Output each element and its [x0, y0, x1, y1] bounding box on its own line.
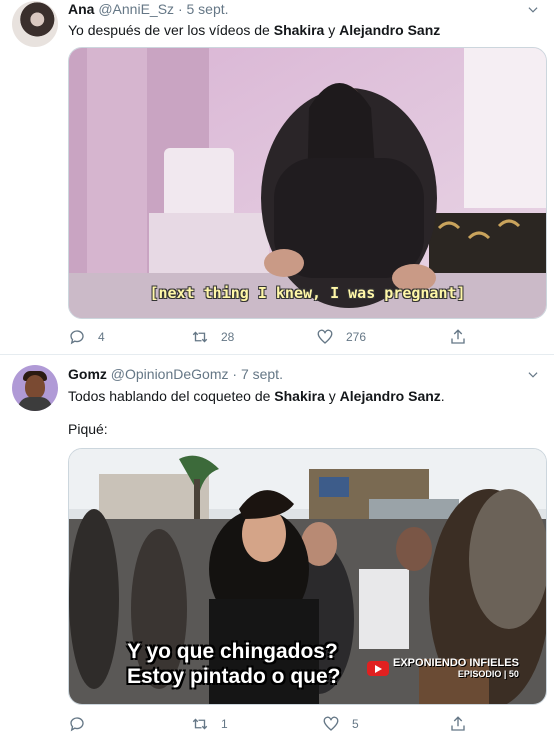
retweet-icon: [192, 718, 208, 730]
like-count: 276: [346, 330, 367, 344]
like-icon: [323, 716, 339, 731]
retweet-icon: [192, 331, 208, 343]
like-button[interactable]: 276: [316, 327, 366, 347]
watermark: EXPONIENDO INFIELES EPISODIO | 50: [367, 657, 519, 680]
reply-count: 4: [98, 330, 105, 344]
tweet-text-part: .: [440, 388, 445, 404]
like-count: 5: [352, 717, 359, 731]
reply-icon: [70, 717, 84, 732]
reply-button[interactable]: 4: [68, 327, 105, 347]
tweet[interactable]: Ana @AnniE_Sz · 5 sept. Yo después de ve…: [0, 0, 554, 355]
tweet-text-part: y: [324, 388, 340, 404]
display-name[interactable]: Ana: [68, 1, 94, 17]
retweet-button[interactable]: 28: [191, 327, 234, 347]
tweet-media-image[interactable]: [next thing I knew, I was pregnant]: [68, 47, 547, 319]
tweet-actions: 4 28 276: [68, 327, 488, 347]
share-icon: [451, 329, 465, 344]
meme-caption: Y yo que chingados? Estoy pintado o que?: [127, 639, 341, 689]
tweet-text: Todos hablando del coqueteo de Shakira y…: [68, 387, 540, 406]
tweet-text: Yo después de ver los vídeos de Shakira …: [68, 21, 540, 40]
meme-caption-line2: Estoy pintado o que?: [127, 665, 341, 688]
separator-dot: ·: [232, 366, 238, 382]
tweet-text-bold: Shakira: [273, 22, 325, 38]
caret-down-icon[interactable]: [526, 368, 540, 382]
tweet-text-bold: Alejandro Sanz: [339, 22, 441, 38]
watermark-title: EXPONIENDO INFIELES: [393, 657, 519, 669]
tweet[interactable]: Gomz @OpinionDeGomz · 7 sept. Todos habl…: [0, 355, 554, 738]
tweet-text-part: y: [324, 22, 340, 38]
tweet-header: Gomz @OpinionDeGomz · 7 sept.: [68, 365, 283, 383]
like-button[interactable]: 5: [322, 714, 359, 734]
play-logo-icon: [367, 661, 389, 676]
tweet-text-line2: Piqué:: [68, 421, 108, 437]
retweet-count: 1: [221, 717, 228, 731]
retweet-count: 28: [221, 330, 235, 344]
avatar[interactable]: [12, 365, 58, 411]
share-icon: [451, 716, 465, 731]
meme-caption-line1: Y yo que chingados?: [127, 640, 338, 663]
gif-caption: [next thing I knew, I was pregnant]: [149, 284, 466, 302]
watermark-episode: EPISODIO | 50: [457, 669, 519, 679]
tweet-header: Ana @AnniE_Sz · 5 sept.: [68, 0, 229, 18]
caret-down-icon[interactable]: [526, 3, 540, 17]
separator-dot: ·: [177, 1, 183, 17]
share-button[interactable]: [449, 714, 467, 734]
tweet-text-bold: Alejandro Sanz: [339, 388, 441, 404]
tweet-date[interactable]: 5 sept.: [187, 1, 229, 17]
tweet-media-image[interactable]: Y yo que chingados? Estoy pintado o que?…: [68, 448, 547, 705]
tweet-date[interactable]: 7 sept.: [241, 366, 283, 382]
retweet-button[interactable]: 1: [191, 714, 228, 734]
tweet-text-part: Yo después de ver los vídeos de: [68, 22, 274, 38]
avatar-face: [25, 375, 45, 399]
like-icon: [317, 329, 333, 344]
share-button[interactable]: [449, 327, 467, 347]
display-name[interactable]: Gomz: [68, 366, 107, 382]
user-handle[interactable]: @AnniE_Sz: [98, 1, 174, 17]
avatar[interactable]: [12, 1, 58, 47]
avatar-body: [18, 397, 52, 411]
tweet-text-bold: Shakira: [274, 388, 325, 404]
user-handle[interactable]: @OpinionDeGomz: [111, 366, 229, 382]
gif-pregnant-scene: [69, 48, 546, 318]
reply-icon: [70, 330, 84, 345]
tweet-text-part: Todos hablando del coqueteo de: [68, 388, 275, 404]
reply-button[interactable]: [68, 714, 98, 734]
tweet-actions: 1 5: [68, 714, 488, 734]
